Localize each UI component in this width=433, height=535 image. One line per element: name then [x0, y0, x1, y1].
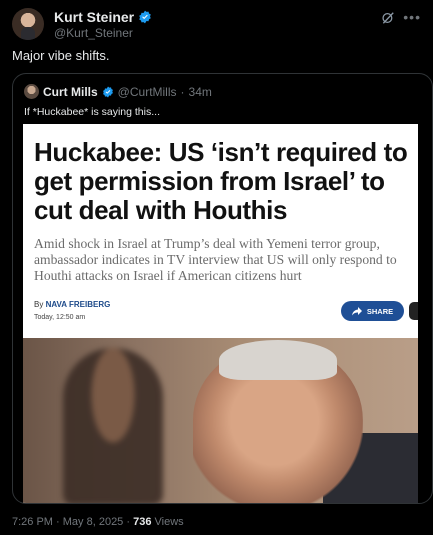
article-byline: By NAVA FREIBERG: [34, 300, 110, 309]
comment-count-badge: 1: [409, 302, 418, 320]
verified-badge-icon: [102, 86, 113, 97]
author-name-row: Kurt Steiner: [54, 9, 152, 25]
views-label: Views: [154, 516, 184, 528]
quoted-tweet-header: Curt Mills @CurtMills · 34m: [24, 84, 212, 99]
quoted-author-name: Curt Mills: [43, 84, 98, 99]
tweet-time[interactable]: 7:26 PM: [12, 516, 53, 528]
separator-dot: ·: [56, 516, 60, 528]
grok-icon[interactable]: [381, 11, 395, 25]
author-name[interactable]: Kurt Steiner: [54, 9, 134, 25]
tweet-footer: 7:26 PM · May 8, 2025 · 736 Views: [12, 516, 184, 528]
separator-dot: ·: [126, 516, 131, 528]
views-count[interactable]: 736: [133, 516, 151, 528]
photo-background-figure: [63, 348, 163, 503]
quoted-time: 34m: [188, 84, 212, 99]
article-headline: Huckabee: US ‘isn’t required to get perm…: [34, 137, 408, 225]
more-options-icon[interactable]: •••: [403, 10, 421, 24]
article-date: Today, 12:50 am: [34, 314, 86, 321]
tweet-text: Major vibe shifts.: [12, 48, 110, 63]
separator-dot: ·: [180, 84, 185, 99]
share-label: SHARE: [366, 306, 394, 316]
article-photo: [23, 338, 418, 503]
avatar[interactable]: [12, 8, 44, 40]
verified-badge-icon: [139, 10, 151, 24]
photo-hair: [219, 340, 337, 380]
byline-prefix: By: [34, 300, 44, 309]
article-screenshot[interactable]: Huckabee: US ‘isn’t required to get perm…: [23, 124, 418, 503]
quoted-avatar: [24, 84, 39, 99]
author-handle[interactable]: @Kurt_Steiner: [54, 26, 133, 40]
quoted-tweet[interactable]: Curt Mills @CurtMills · 34m If *Huckabee…: [12, 73, 433, 504]
share-button: SHARE: [341, 301, 404, 321]
article-subhead: Amid shock in Israel at Trump’s deal wit…: [34, 236, 397, 283]
tweet-date[interactable]: May 8, 2025: [63, 516, 124, 528]
quoted-author-handle: @CurtMills: [117, 84, 177, 99]
share-arrow-icon: [351, 306, 362, 315]
tweet-header: Kurt Steiner @Kurt_Steiner •••: [12, 8, 421, 42]
article-author: NAVA FREIBERG: [45, 300, 111, 309]
quoted-tweet-text: If *Huckabee* is saying this...: [24, 106, 160, 118]
